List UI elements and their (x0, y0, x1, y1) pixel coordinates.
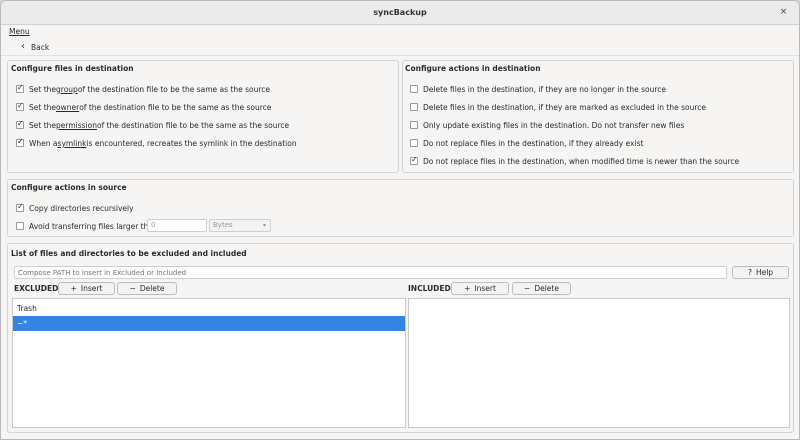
size-unit-select[interactable]: Bytes ▾ (209, 219, 271, 232)
dest-actions-panel: Configure actions in destination Delete … (402, 60, 794, 173)
toolbar: ‹ Back (1, 38, 799, 56)
chevron-left-icon: ‹ (21, 41, 25, 52)
excluded-label: EXCLUDED (14, 284, 59, 293)
back-button[interactable]: ‹ Back (21, 41, 49, 53)
dest-actions-title: Configure actions in destination (405, 64, 541, 73)
included-label: INCLUDED (408, 284, 451, 293)
checkbox[interactable] (410, 103, 418, 111)
dest-action-option[interactable]: Do not replace files in the destination,… (410, 155, 739, 167)
dest-file-option[interactable]: Set the group of the destination file to… (16, 83, 270, 95)
dest-action-option[interactable]: Delete files in the destination, if they… (410, 83, 666, 95)
dest-file-option[interactable]: Set the owner of the destination file to… (16, 101, 271, 113)
app-window: syncBackup × Menu ‹ Back Configure files… (0, 0, 800, 440)
help-button[interactable]: ? Help (732, 266, 789, 279)
dest-file-option[interactable]: Set the permission of the destination fi… (16, 119, 289, 131)
dest-file-option[interactable]: When a symlink is encountered, recreates… (16, 137, 297, 149)
checkbox[interactable] (410, 155, 418, 165)
source-actions-panel: Configure actions in source Copy directo… (7, 179, 794, 237)
checkbox[interactable] (16, 119, 24, 129)
filters-panel: List of files and directories to be excl… (7, 243, 794, 433)
checkbox[interactable] (16, 137, 24, 147)
back-label: Back (31, 42, 50, 52)
dest-action-option[interactable]: Delete files in the destination, if they… (410, 101, 706, 113)
dest-files-panel: Configure files in destination Set the g… (7, 60, 399, 173)
plus-icon: + (70, 284, 77, 293)
dest-action-option[interactable]: Do not replace files in the destination,… (410, 137, 643, 149)
dest-files-title: Configure files in destination (11, 64, 134, 73)
dest-action-option[interactable]: Only update existing files in the destin… (410, 119, 684, 131)
close-icon[interactable]: × (777, 6, 790, 19)
checkbox[interactable] (16, 101, 24, 111)
checkbox[interactable] (16, 222, 24, 230)
minus-icon: − (129, 284, 136, 293)
plus-icon: + (464, 284, 471, 293)
copy-recursive-option[interactable]: Copy directories recursively (16, 202, 134, 214)
window-title: syncBackup (373, 8, 427, 17)
excluded-insert-button[interactable]: + Insert (58, 282, 115, 295)
max-size-input[interactable]: 0 (147, 219, 207, 232)
list-item[interactable]: ~* (13, 316, 405, 331)
avoid-large-option[interactable]: Avoid transferring files larger than (16, 220, 158, 232)
title-bar: syncBackup × (1, 1, 799, 25)
checkbox[interactable] (410, 85, 418, 93)
filters-title: List of files and directories to be excl… (11, 249, 247, 258)
checkbox[interactable] (16, 83, 24, 93)
question-icon: ? (747, 268, 752, 277)
included-insert-button[interactable]: + Insert (451, 282, 509, 295)
excluded-list[interactable]: Trash ~* (12, 298, 406, 428)
source-actions-title: Configure actions in source (11, 183, 127, 192)
checkbox[interactable] (410, 121, 418, 129)
chevron-down-icon: ▾ (262, 222, 266, 229)
path-input[interactable] (14, 266, 727, 279)
excluded-delete-button[interactable]: − Delete (117, 282, 177, 295)
checkbox[interactable] (410, 139, 418, 147)
included-delete-button[interactable]: − Delete (512, 282, 571, 295)
menu-button[interactable]: Menu (9, 27, 30, 36)
checkbox[interactable] (16, 202, 24, 212)
list-item[interactable]: Trash (13, 301, 405, 316)
minus-icon: − (524, 284, 531, 293)
menu-bar: Menu (1, 25, 799, 38)
included-list[interactable] (408, 298, 790, 428)
